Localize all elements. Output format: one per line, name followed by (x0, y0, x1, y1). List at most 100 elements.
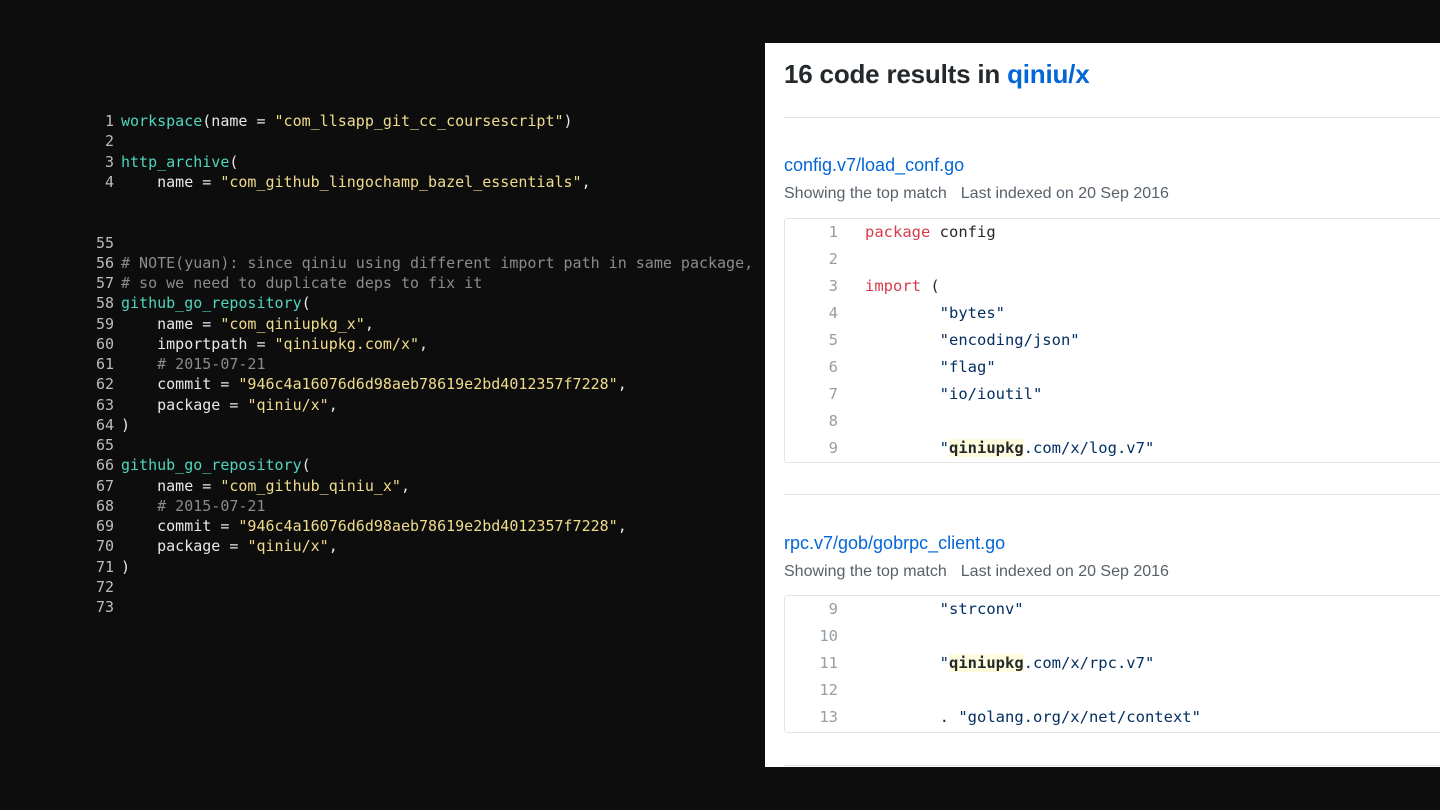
snippet-line: 3 import ( (785, 273, 1440, 300)
code-token: . (865, 708, 959, 726)
code-token: , (328, 537, 338, 556)
code-token: , (581, 172, 591, 191)
code-token: # so we need to duplicate deps to fix it (121, 274, 483, 292)
code-line: 2 (90, 131, 121, 151)
code-token: "bytes" (865, 304, 1005, 322)
snippet-line-number[interactable]: 1 (785, 219, 838, 246)
code-token: "com_github_lingochamp_bazel_essentials" (220, 172, 582, 191)
line-number: 1 (104, 112, 114, 130)
snippet-line-number[interactable]: 11 (785, 650, 838, 677)
code-token: package (865, 223, 931, 241)
code-token: commit = (121, 375, 239, 394)
snippet-line-number[interactable]: 10 (785, 623, 838, 650)
code-token: , (617, 375, 627, 394)
code-token: "com_llsapp_git_cc_coursescript" (274, 112, 564, 130)
code-token: "qiniu/x" (247, 395, 329, 414)
code-token: "com_github_qiniu_x" (220, 476, 401, 495)
code-token: "946c4a16076d6d98aeb78619e2bd4012357f722… (238, 517, 618, 535)
code-line: 64) (90, 415, 130, 435)
code-line: 62 commit = "946c4a16076d6d98aeb78619e2b… (90, 374, 627, 394)
result-file-link[interactable]: rpc.v7/gob/gobrpc_client.go (784, 533, 1005, 554)
results-count: 16 (784, 59, 813, 89)
line-number: 71 (95, 557, 114, 576)
code-line: 55 (90, 233, 121, 253)
snippet-line-number[interactable]: 9 (785, 596, 838, 623)
snippet-line-number[interactable]: 2 (785, 246, 838, 273)
code-token: importpath = (121, 334, 275, 353)
code-token: ( (301, 294, 311, 313)
top-match-label: Showing the top match (784, 563, 947, 580)
code-token: ) (563, 112, 573, 130)
line-number: 4 (104, 172, 114, 191)
code-line: 4 name = "com_github_lingochamp_bazel_es… (90, 172, 591, 192)
line-number: 67 (95, 476, 114, 495)
divider (784, 117, 1440, 118)
code-line: 69 commit = "946c4a16076d6d98aeb78619e2b… (90, 516, 627, 536)
top-match-label: Showing the top match (784, 185, 947, 202)
code-token: "golang.org/x/net/context" (958, 708, 1201, 726)
result-meta: Showing the top match Last indexed on 20 … (784, 563, 1169, 581)
snippet-line: 8 (785, 408, 1440, 435)
code-line: 58 github_go_repository( (90, 293, 311, 313)
code-line: 63 package = "qiniu/x", (90, 395, 338, 415)
code-line: 73 (90, 597, 121, 617)
repo-link[interactable]: qiniu/x (1007, 59, 1090, 89)
code-line: 57 # so we need to duplicate deps to fix … (90, 273, 482, 293)
snippet-line-number[interactable]: 13 (785, 704, 838, 731)
code-line: 72 (90, 577, 121, 597)
code-line: 59 name = "com_qiniupkg_x", (90, 314, 374, 334)
code-token: ) (121, 415, 131, 434)
code-token: , (617, 517, 627, 535)
code-token: " (865, 654, 949, 672)
snippet-line-number[interactable]: 5 (785, 327, 838, 354)
code-token: ( (229, 152, 239, 171)
code-token: commit = (121, 517, 239, 535)
snippet-line: 9 "qiniupkg.com/x/log.v7" (785, 435, 1440, 462)
code-line: 1 workspace(name = "com_llsapp_git_cc_cou… (90, 111, 573, 131)
snippet-line: 5 "encoding/json" (785, 327, 1440, 354)
line-number: 69 (95, 517, 114, 535)
code-line: 61 # 2015-07-21 (90, 354, 266, 374)
snippet-line-number[interactable]: 12 (785, 677, 838, 704)
snippet-line-number[interactable]: 8 (785, 408, 838, 435)
code-token: ( (301, 456, 311, 475)
divider (784, 494, 1440, 495)
code-token: package = (121, 537, 248, 556)
snippet-line-number[interactable]: 6 (785, 354, 838, 381)
code-token: ( (921, 277, 940, 295)
code-token: "com_qiniupkg_x" (220, 314, 365, 333)
code-token: name = (121, 476, 221, 495)
code-token: "qiniupkg.com/x" (274, 334, 420, 353)
code-token: package = (121, 395, 248, 414)
code-token: (name = (202, 112, 275, 130)
code-line: 65 (90, 435, 121, 455)
code-token: " (865, 439, 949, 457)
line-number: 63 (95, 395, 114, 414)
snippet-line-number[interactable]: 7 (785, 381, 838, 408)
code-token: # 2015-07-21 (121, 355, 266, 373)
code-token: "strconv" (865, 600, 1024, 618)
code-token: import (865, 277, 921, 295)
code-token: ) (121, 557, 131, 576)
code-token: , (400, 476, 410, 495)
snippet-line: 6 "flag" (785, 354, 1440, 381)
search-match-highlight: qiniupkg (949, 654, 1024, 672)
snippet-line-number[interactable]: 3 (785, 273, 838, 300)
code-token: "encoding/json" (865, 331, 1080, 349)
result-code-snippet: 1 package config 2 3 import (4 "bytes" 5 "enc… (784, 218, 1440, 463)
code-search-results-panel: 16 code results in qiniu/x config.v7/loa… (765, 43, 1440, 767)
snippet-line: 1 package config (785, 219, 1440, 246)
code-token: .com/x/rpc.v7" (1023, 654, 1155, 672)
snippet-line-number[interactable]: 9 (785, 435, 838, 462)
code-token: name = (121, 172, 221, 191)
line-number: 68 (95, 496, 114, 515)
code-token: config (930, 223, 996, 241)
code-line: 70 package = "qiniu/x", (90, 536, 338, 556)
code-line: 66 github_go_repository( (90, 455, 311, 475)
last-indexed-label: Last indexed on 20 Sep 2016 (960, 185, 1169, 202)
line-number: 62 (95, 375, 114, 394)
snippet-line: 9 "strconv" (785, 596, 1440, 623)
snippet-line-number[interactable]: 4 (785, 300, 838, 327)
result-file-link[interactable]: config.v7/load_conf.go (784, 155, 964, 176)
line-number: 59 (95, 314, 114, 333)
